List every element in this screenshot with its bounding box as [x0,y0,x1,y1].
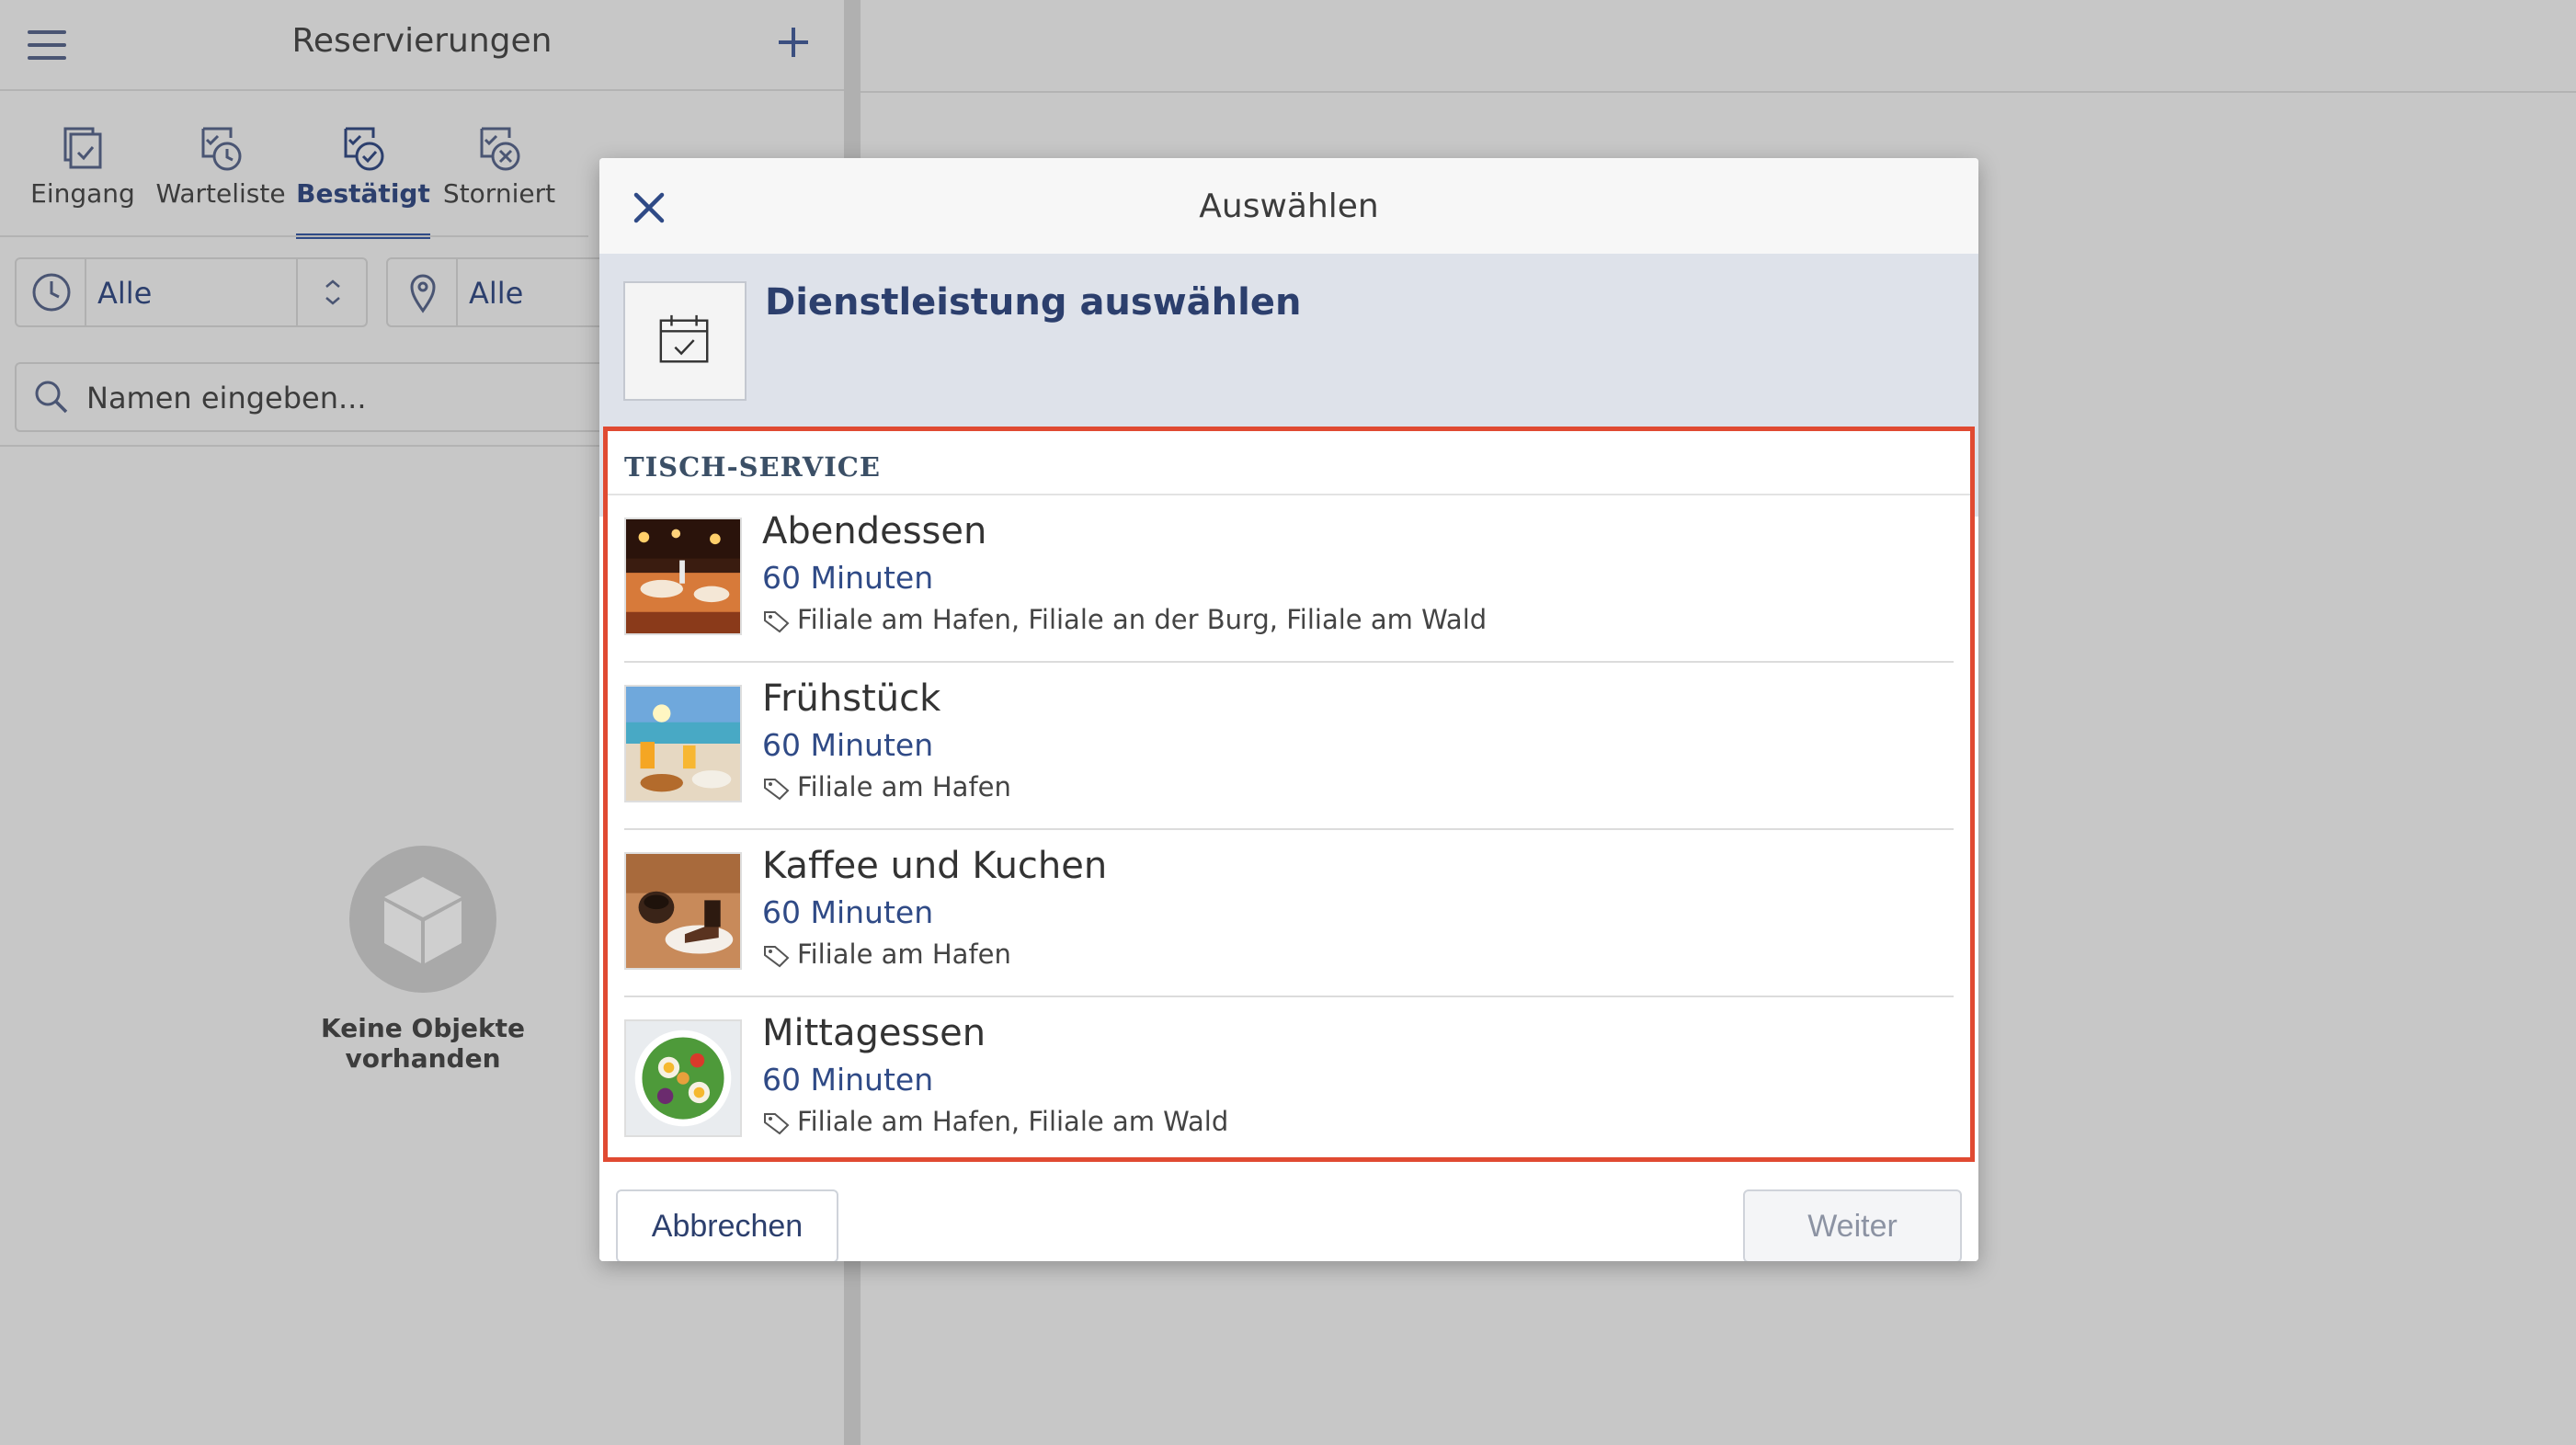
tab-storniert[interactable]: Storniert [439,110,559,239]
branch-tag-icon [764,946,790,968]
section-label: TISCH-SERVICE [624,451,881,483]
time-filter-stepper[interactable] [296,259,366,325]
calendar-icon-box [623,281,747,401]
cancel-button[interactable]: Abbrechen [616,1189,838,1261]
coffee-cake-thumbnail [624,852,742,970]
pin-icon-cell [388,259,458,325]
tab-bestaetigt[interactable]: Bestätigt [296,110,430,239]
service-duration: 60 Minuten [762,894,934,930]
empty-state: Keine Objekte vorhanden [267,846,579,1074]
tab-warteliste[interactable]: Warteliste [154,110,287,239]
empty-state-text: Keine Objekte vorhanden [321,1013,525,1074]
service-duration: 60 Minuten [762,727,934,763]
inbox-icon [63,127,102,169]
tabs-divider [0,235,588,237]
branches-text: Filiale am Hafen, Filiale an der Burg, F… [797,604,1487,635]
service-list: TISCH-SERVICE Abendessen 60 Minuten Fili… [603,427,1975,1162]
calendar-check-icon [659,314,709,363]
service-branches: Filiale am Hafen, Filiale an der Burg, F… [762,604,1487,635]
search-placeholder: Namen eingeben... [86,381,367,415]
waitlist-clock-icon [201,127,242,171]
dinner-thumbnail [624,518,742,635]
tab-label: Bestätigt [296,178,430,209]
up-down-chevron-icon [325,279,340,305]
branch-tag-icon [764,1113,790,1135]
breakfast-thumbnail [624,685,742,802]
service-branches: Filiale am Hafen [762,939,1011,970]
service-name: Abendessen [762,510,987,552]
branch-tag-icon [764,779,790,801]
branches-text: Filiale am Hafen, Filiale am Wald [797,1106,1229,1137]
panel-header: Reservierungen [0,0,844,91]
time-filter[interactable]: Alle [15,257,368,327]
cancelled-x-icon [480,127,520,171]
tab-label: Eingang [30,178,135,209]
location-pin-icon [410,274,436,313]
add-reservation-icon[interactable] [777,26,810,59]
dialog-footer: Abbrechen Weiter [599,1169,1978,1261]
service-item-kaffee-und-kuchen[interactable]: Kaffee und Kuchen 60 Minuten Filiale am … [624,830,1954,997]
tab-eingang[interactable]: Eingang [28,110,138,239]
select-service-dialog: Auswählen Dienstleistung auswählen TISCH… [599,158,1978,1261]
clock-icon [32,273,71,312]
location-filter-value: Alle [469,276,524,311]
search-input[interactable]: Namen eingeben... [15,362,677,432]
search-icon [35,381,68,414]
service-item-abendessen[interactable]: Abendessen 60 Minuten Filiale am Hafen, … [624,495,1954,663]
next-button[interactable]: Weiter [1743,1189,1962,1261]
service-branches: Filiale am Hafen [762,771,1011,802]
service-item-fruehstueck[interactable]: Frühstück 60 Minuten Filiale am Hafen [624,663,1954,830]
tab-label: Warteliste [155,178,286,209]
branches-text: Filiale am Hafen [797,939,1011,970]
band-title: Dienstleistung auswählen [765,281,1302,324]
service-branches: Filiale am Hafen, Filiale am Wald [762,1106,1228,1137]
lunch-thumbnail [624,1019,742,1137]
detail-header-line [861,91,2576,93]
list-divider [0,445,644,447]
empty-box-icon [349,846,496,993]
service-duration: 60 Minuten [762,560,934,596]
service-name: Frühstück [762,677,941,720]
branches-text: Filiale am Hafen [797,771,1011,802]
service-name: Mittagessen [762,1012,986,1054]
confirmed-check-icon [344,127,384,171]
tab-label: Storniert [442,178,556,209]
service-duration: 60 Minuten [762,1062,934,1098]
dialog-header: Auswählen [599,158,1978,254]
dialog-title: Auswählen [1199,188,1379,225]
service-item-mittagessen[interactable]: Mittagessen 60 Minuten Filiale am Hafen,… [624,997,1954,1161]
panel-title: Reservierungen [291,22,553,60]
branch-tag-icon [764,611,790,633]
service-name: Kaffee und Kuchen [762,845,1108,887]
clock-icon-cell [17,259,86,325]
status-tabs: Eingang Warteliste Bestätigt Storniert [0,110,588,239]
time-filter-value: Alle [97,276,153,311]
